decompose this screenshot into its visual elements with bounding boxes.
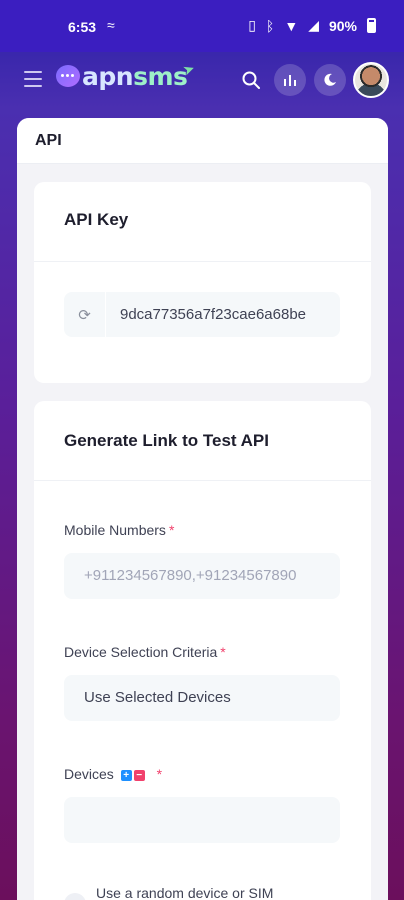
random-device-label: Use a random device or SIM: [96, 885, 274, 900]
wifi-icon: ▼: [284, 17, 299, 34]
mobile-numbers-input[interactable]: +911234567890,+91234567890: [64, 553, 340, 599]
api-key-field[interactable]: ⟳ 9dca77356a7f23cae6a68be: [64, 292, 340, 337]
api-key-card: API Key ⟳ 9dca77356a7f23cae6a68be: [34, 182, 371, 383]
chat-bubble-icon: [56, 65, 80, 87]
device-criteria-select[interactable]: Use Selected Devices: [64, 675, 340, 721]
random-device-checkbox[interactable]: [64, 893, 86, 900]
add-device-icon[interactable]: +: [120, 769, 132, 781]
search-icon: [242, 71, 260, 89]
bar-chart-icon: [284, 75, 296, 86]
required-mark: *: [220, 644, 226, 660]
test-api-title: Generate Link to Test API: [34, 401, 371, 481]
api-key-value[interactable]: 9dca77356a7f23cae6a68be: [106, 306, 306, 323]
app-header: apnsms ➤: [0, 52, 404, 110]
test-api-card: Generate Link to Test API Mobile Numbers…: [34, 401, 371, 900]
app-logo[interactable]: apnsms ➤: [56, 59, 197, 92]
signal-icon: ◢: [308, 17, 319, 33]
search-button[interactable]: [235, 64, 267, 96]
logo-text: apnsms: [82, 61, 188, 91]
vibrate-icon: ▯: [248, 17, 256, 33]
menu-icon[interactable]: [24, 71, 42, 87]
device-criteria-label: Device Selection Criteria *: [64, 644, 226, 660]
battery-icon: [367, 18, 376, 33]
moon-icon: [324, 73, 336, 86]
page-title: API: [17, 118, 388, 164]
mobile-numbers-label: Mobile Numbers *: [64, 522, 175, 538]
api-key-title: API Key: [34, 182, 371, 262]
required-mark: *: [168, 522, 175, 538]
random-device-option[interactable]: Use a random device or SIM: [64, 883, 336, 900]
status-bar: 6:53 ≈ ▯ ᛒ ▼ ◢ 90%: [0, 0, 404, 52]
api-panel: API API Key ⟳ 9dca77356a7f23cae6a68be Ge…: [17, 118, 388, 900]
bluetooth-icon: ᛒ: [265, 17, 275, 34]
devices-select[interactable]: [64, 797, 340, 843]
user-avatar[interactable]: [353, 62, 389, 98]
network-activity-icon: ≈: [107, 17, 115, 33]
stats-button[interactable]: [274, 64, 306, 96]
status-time: 6:53: [68, 19, 97, 35]
required-mark: *: [156, 766, 163, 782]
theme-toggle-button[interactable]: [314, 64, 346, 96]
devices-label: Devices + − *: [64, 766, 163, 782]
status-icons: ▯ ᛒ ▼ ◢ 90%: [248, 17, 376, 34]
refresh-icon[interactable]: ⟳: [64, 292, 106, 337]
remove-device-icon[interactable]: −: [133, 769, 145, 781]
battery-percent: 90%: [328, 17, 357, 34]
